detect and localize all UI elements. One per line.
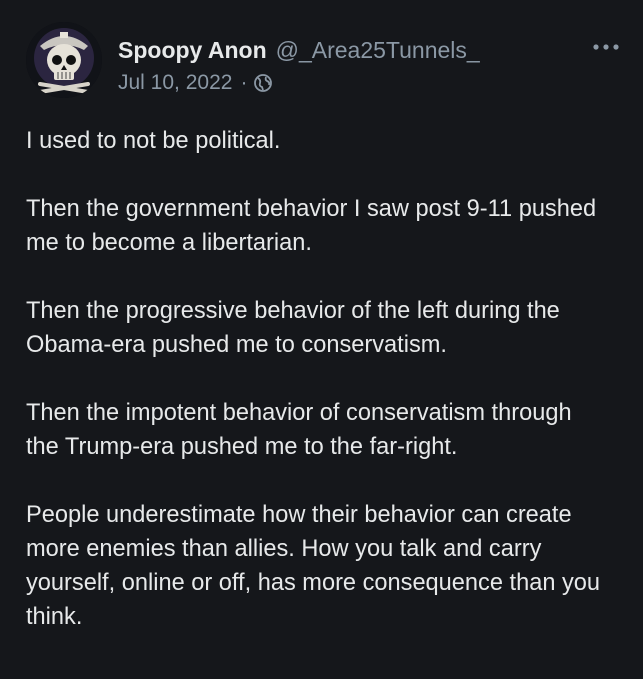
tweet-text: I used to not be political. Then the gov… [26, 124, 606, 634]
avatar[interactable] [26, 22, 102, 98]
tweet-paragraph: I used to not be political. [26, 128, 281, 154]
tweet-card: Spoopy Anon @_Area25Tunnels_ Jul 10, 202… [0, 0, 643, 679]
tweet-paragraph: People underestimate how their behavior … [26, 502, 601, 630]
tweet-date[interactable]: Jul 10, 2022 [118, 70, 232, 96]
tweet-paragraph: Then the government behavior I saw post … [26, 196, 597, 256]
more-horizontal-icon[interactable] [591, 40, 621, 52]
tweet-paragraph: Then the progressive behavior of the lef… [26, 298, 560, 358]
globe-icon [253, 73, 273, 93]
tweet-header: Spoopy Anon @_Area25Tunnels_ Jul 10, 202… [26, 22, 625, 98]
display-name[interactable]: Spoopy Anon [118, 36, 267, 64]
tweet-paragraph: Then the impotent behavior of conservati… [26, 400, 572, 460]
separator-dot: · [240, 71, 248, 94]
date-row: Jul 10, 2022 · [118, 70, 480, 96]
skull-avatar-icon [26, 22, 102, 98]
name-row: Spoopy Anon @_Area25Tunnels_ [118, 36, 480, 64]
user-handle[interactable]: @_Area25Tunnels_ [276, 36, 480, 64]
tweet-meta: Spoopy Anon @_Area25Tunnels_ Jul 10, 202… [118, 22, 480, 96]
